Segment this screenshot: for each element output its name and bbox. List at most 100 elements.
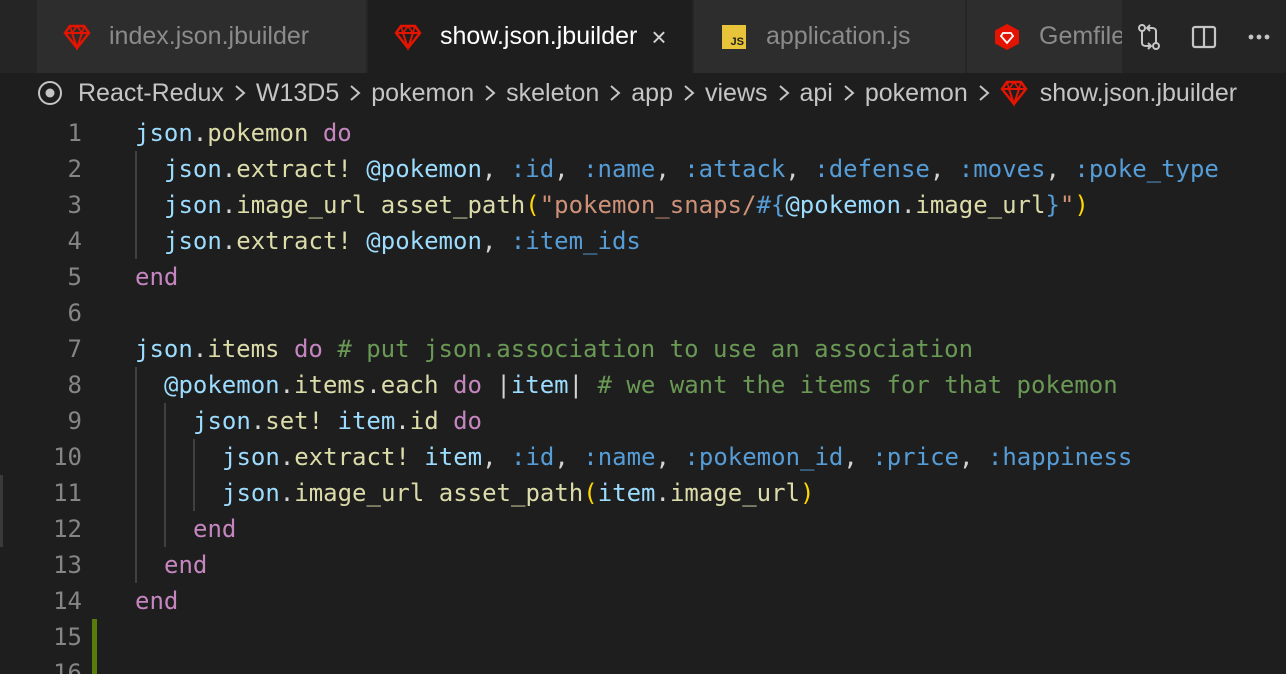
- code-token: image_url: [236, 191, 367, 219]
- code-token: ,: [481, 155, 511, 183]
- code-text: json.extract! @pokemon, :id, :name, :att…: [164, 151, 1219, 187]
- code-editor[interactable]: 1 json.pokemon do 2 json.extract! @pokemon,…: [0, 113, 1286, 674]
- line-number: 14: [53, 587, 82, 615]
- tab-label: show.json.jbuilder: [440, 22, 638, 50]
- code-token: do: [453, 407, 483, 435]
- code-token: .: [366, 371, 381, 399]
- code-line[interactable]: 9 json.set! item.id do: [0, 403, 1286, 439]
- code-token: extract!: [294, 443, 410, 471]
- code-text: json.image_url asset_path(item.image_url…: [222, 475, 814, 511]
- code-text: json.extract! @pokemon, :item_ids: [164, 223, 641, 259]
- code-line[interactable]: 16: [0, 655, 1286, 674]
- code-line[interactable]: 5 end: [0, 259, 1286, 295]
- code-token: "pokemon_snaps/: [539, 191, 757, 219]
- code-token: :id: [511, 443, 555, 471]
- breadcrumb-item[interactable]: pokemon: [865, 79, 968, 108]
- code-token: @pokemon: [366, 227, 482, 255]
- code-line[interactable]: 2 json.extract! @pokemon, :id, :name, :at…: [0, 151, 1286, 187]
- code-token: pokemon: [207, 119, 309, 147]
- code-token: .: [221, 155, 237, 183]
- breadcrumb-item[interactable]: show.json.jbuilder: [1040, 79, 1237, 108]
- line-number: 5: [67, 263, 82, 291]
- code-text: json.extract! item, :id, :name, :pokemon…: [222, 439, 1132, 475]
- code-line[interactable]: 4 json.extract! @pokemon, :item_ids: [0, 223, 1286, 259]
- breadcrumb-item[interactable]: React-Redux: [78, 79, 224, 108]
- line-number: 13: [53, 551, 82, 579]
- code-token: .: [395, 407, 410, 435]
- code-token: json: [164, 227, 222, 255]
- tab-show-json-jbuilder[interactable]: show.json.jbuilder ×: [368, 0, 693, 73]
- ruby-gem-icon: [1000, 79, 1028, 107]
- code-token: # we want the items for that pokemon: [597, 371, 1118, 399]
- split-editor-icon[interactable]: [1177, 0, 1232, 73]
- breadcrumb-item[interactable]: views: [705, 79, 768, 108]
- code-token: extract!: [236, 155, 352, 183]
- more-actions-icon[interactable]: [1231, 0, 1286, 73]
- line-number: 11: [53, 479, 82, 507]
- tab-bar-left-spacer: [0, 0, 36, 73]
- code-token: ,: [655, 443, 685, 471]
- editor-left-edge-marker: [0, 475, 3, 547]
- code-token: ): [800, 479, 815, 507]
- code-token: .: [192, 119, 208, 147]
- tab-index-json-jbuilder[interactable]: index.json.jbuilder: [37, 0, 367, 73]
- code-token: item: [510, 371, 569, 399]
- editor-tab-bar: index.json.jbuilder show.json.jbuilder ×…: [0, 0, 1286, 73]
- code-token: ,: [482, 443, 511, 471]
- modified-line-gutter-marker: [92, 619, 97, 674]
- breadcrumb-item[interactable]: W13D5: [256, 79, 339, 108]
- code-token: #{: [756, 191, 786, 219]
- code-token: :name: [583, 155, 656, 183]
- line-number: 3: [67, 191, 82, 219]
- code-token: item: [424, 443, 483, 471]
- code-token: end: [135, 587, 179, 615]
- breadcrumb-item[interactable]: skeleton: [506, 79, 599, 108]
- code-token: json: [222, 479, 280, 507]
- line-number: 1: [67, 119, 82, 147]
- code-token: :price: [872, 443, 959, 471]
- tab-application-js[interactable]: JS application.js: [694, 0, 966, 73]
- breadcrumb-item[interactable]: api: [800, 79, 833, 108]
- code-line[interactable]: 3 json.image_url asset_path("pokemon_snap…: [0, 187, 1286, 223]
- code-text: end: [135, 259, 178, 295]
- code-line[interactable]: 12 end: [0, 511, 1286, 547]
- code-token: (: [583, 479, 598, 507]
- code-token: ,: [655, 155, 685, 183]
- code-token: ,: [1045, 155, 1075, 183]
- code-line[interactable]: 13 end: [0, 547, 1286, 583]
- line-number: 2: [67, 155, 82, 183]
- tab-gemfile[interactable]: Gemfile: [967, 0, 1127, 73]
- ruby-gem-icon: [392, 21, 424, 53]
- code-line[interactable]: 7 json.items do # put json.association to…: [0, 331, 1286, 367]
- code-token: .: [900, 191, 916, 219]
- code-token: @pokemon: [785, 191, 901, 219]
- code-line[interactable]: 14 end: [0, 583, 1286, 619]
- code-token: id: [409, 407, 439, 435]
- js-badge: JS: [722, 24, 746, 49]
- breadcrumb: React-Redux W13D5 pokemon skeleton app v…: [0, 73, 1286, 113]
- breadcrumb-item[interactable]: pokemon: [371, 79, 474, 108]
- compare-changes-icon[interactable]: [1122, 0, 1177, 73]
- code-line[interactable]: 15: [0, 619, 1286, 655]
- code-token: .: [192, 335, 208, 363]
- code-token: do: [453, 371, 482, 399]
- code-line[interactable]: 6: [0, 295, 1286, 331]
- close-icon[interactable]: ×: [651, 24, 666, 50]
- code-line[interactable]: 8 @pokemon.items.each do |item| # we want…: [0, 367, 1286, 403]
- code-token: ,: [554, 443, 584, 471]
- code-line[interactable]: 1 json.pokemon do: [0, 115, 1286, 151]
- line-number: 7: [67, 335, 82, 363]
- breadcrumb-item[interactable]: app: [631, 79, 673, 108]
- code-token: .: [250, 407, 266, 435]
- code-token: :pokemon_id: [684, 443, 844, 471]
- code-token: :name: [583, 443, 656, 471]
- code-token: image_url: [669, 479, 800, 507]
